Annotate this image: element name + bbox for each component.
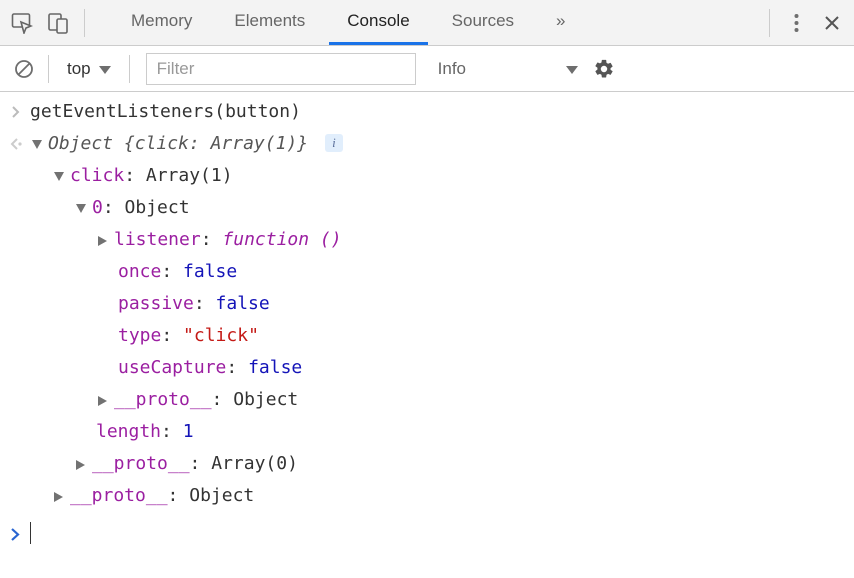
settings-gear-icon[interactable]: [588, 53, 620, 85]
kebab-menu-icon[interactable]: [778, 5, 814, 41]
clear-console-icon[interactable]: [8, 53, 40, 85]
property-proto-object[interactable]: __proto__: Object: [96, 384, 854, 416]
prompt-chevron-icon: [0, 518, 30, 550]
result-root[interactable]: Object {click: Array(1)} i click: Array(…: [30, 128, 854, 512]
disclosure-triangle-closed-icon[interactable]: [52, 490, 66, 504]
tab-elements[interactable]: Elements: [216, 0, 323, 45]
property-once[interactable]: once: false: [118, 256, 854, 288]
property-listener[interactable]: listener: function (): [96, 224, 854, 256]
level-label: Info: [438, 59, 466, 79]
input-chevron-icon: [0, 96, 30, 128]
property-proto-array[interactable]: __proto__: Array(0): [74, 448, 854, 480]
devtools-tabbar: Memory Elements Console Sources »: [0, 0, 854, 46]
output-chevron-icon: [0, 128, 30, 160]
property-type[interactable]: type: "click": [118, 320, 854, 352]
context-label: top: [67, 59, 91, 79]
console-input-echo: getEventListeners(button): [0, 96, 854, 128]
console-toolbar: top Info: [0, 46, 854, 92]
property-index-0[interactable]: 0: Object: [74, 192, 854, 224]
console-prompt[interactable]: [0, 518, 854, 550]
tab-sources[interactable]: Sources: [434, 0, 532, 45]
tab-console[interactable]: Console: [329, 0, 427, 45]
disclosure-triangle-open-icon[interactable]: [30, 138, 44, 152]
filter-input[interactable]: [146, 53, 416, 85]
property-proto-root[interactable]: __proto__: Object: [52, 480, 854, 512]
disclosure-triangle-closed-icon[interactable]: [74, 458, 88, 472]
property-usecapture[interactable]: useCapture: false: [118, 352, 854, 384]
console-result: Object {click: Array(1)} i click: Array(…: [0, 128, 854, 512]
divider: [48, 55, 49, 83]
property-passive[interactable]: passive: false: [118, 288, 854, 320]
inspect-element-icon[interactable]: [4, 5, 40, 41]
divider: [84, 9, 85, 37]
divider: [129, 55, 130, 83]
tab-overflow[interactable]: »: [538, 0, 583, 45]
disclosure-triangle-closed-icon[interactable]: [96, 234, 110, 248]
chevron-down-icon: [566, 59, 578, 79]
property-click[interactable]: click: Array(1): [52, 160, 854, 192]
console-output: getEventListeners(button) Object {click:…: [0, 92, 854, 550]
close-icon[interactable]: [814, 5, 850, 41]
chevron-down-icon: [99, 59, 111, 79]
disclosure-triangle-open-icon[interactable]: [52, 170, 66, 184]
prompt-input[interactable]: [30, 518, 854, 550]
device-toggle-icon[interactable]: [40, 5, 76, 41]
log-level-select[interactable]: Info: [428, 53, 588, 85]
panel-tabs: Memory Elements Console Sources »: [113, 0, 584, 45]
tab-memory[interactable]: Memory: [113, 0, 210, 45]
info-badge-icon[interactable]: i: [325, 134, 343, 152]
property-length[interactable]: length: 1: [96, 416, 854, 448]
divider: [769, 9, 770, 37]
disclosure-triangle-open-icon[interactable]: [74, 202, 88, 216]
input-expression: getEventListeners(button): [30, 96, 854, 128]
execution-context-select[interactable]: top: [57, 53, 121, 85]
disclosure-triangle-closed-icon[interactable]: [96, 394, 110, 408]
object-summary: Object {click: Array(1)}: [48, 133, 308, 154]
